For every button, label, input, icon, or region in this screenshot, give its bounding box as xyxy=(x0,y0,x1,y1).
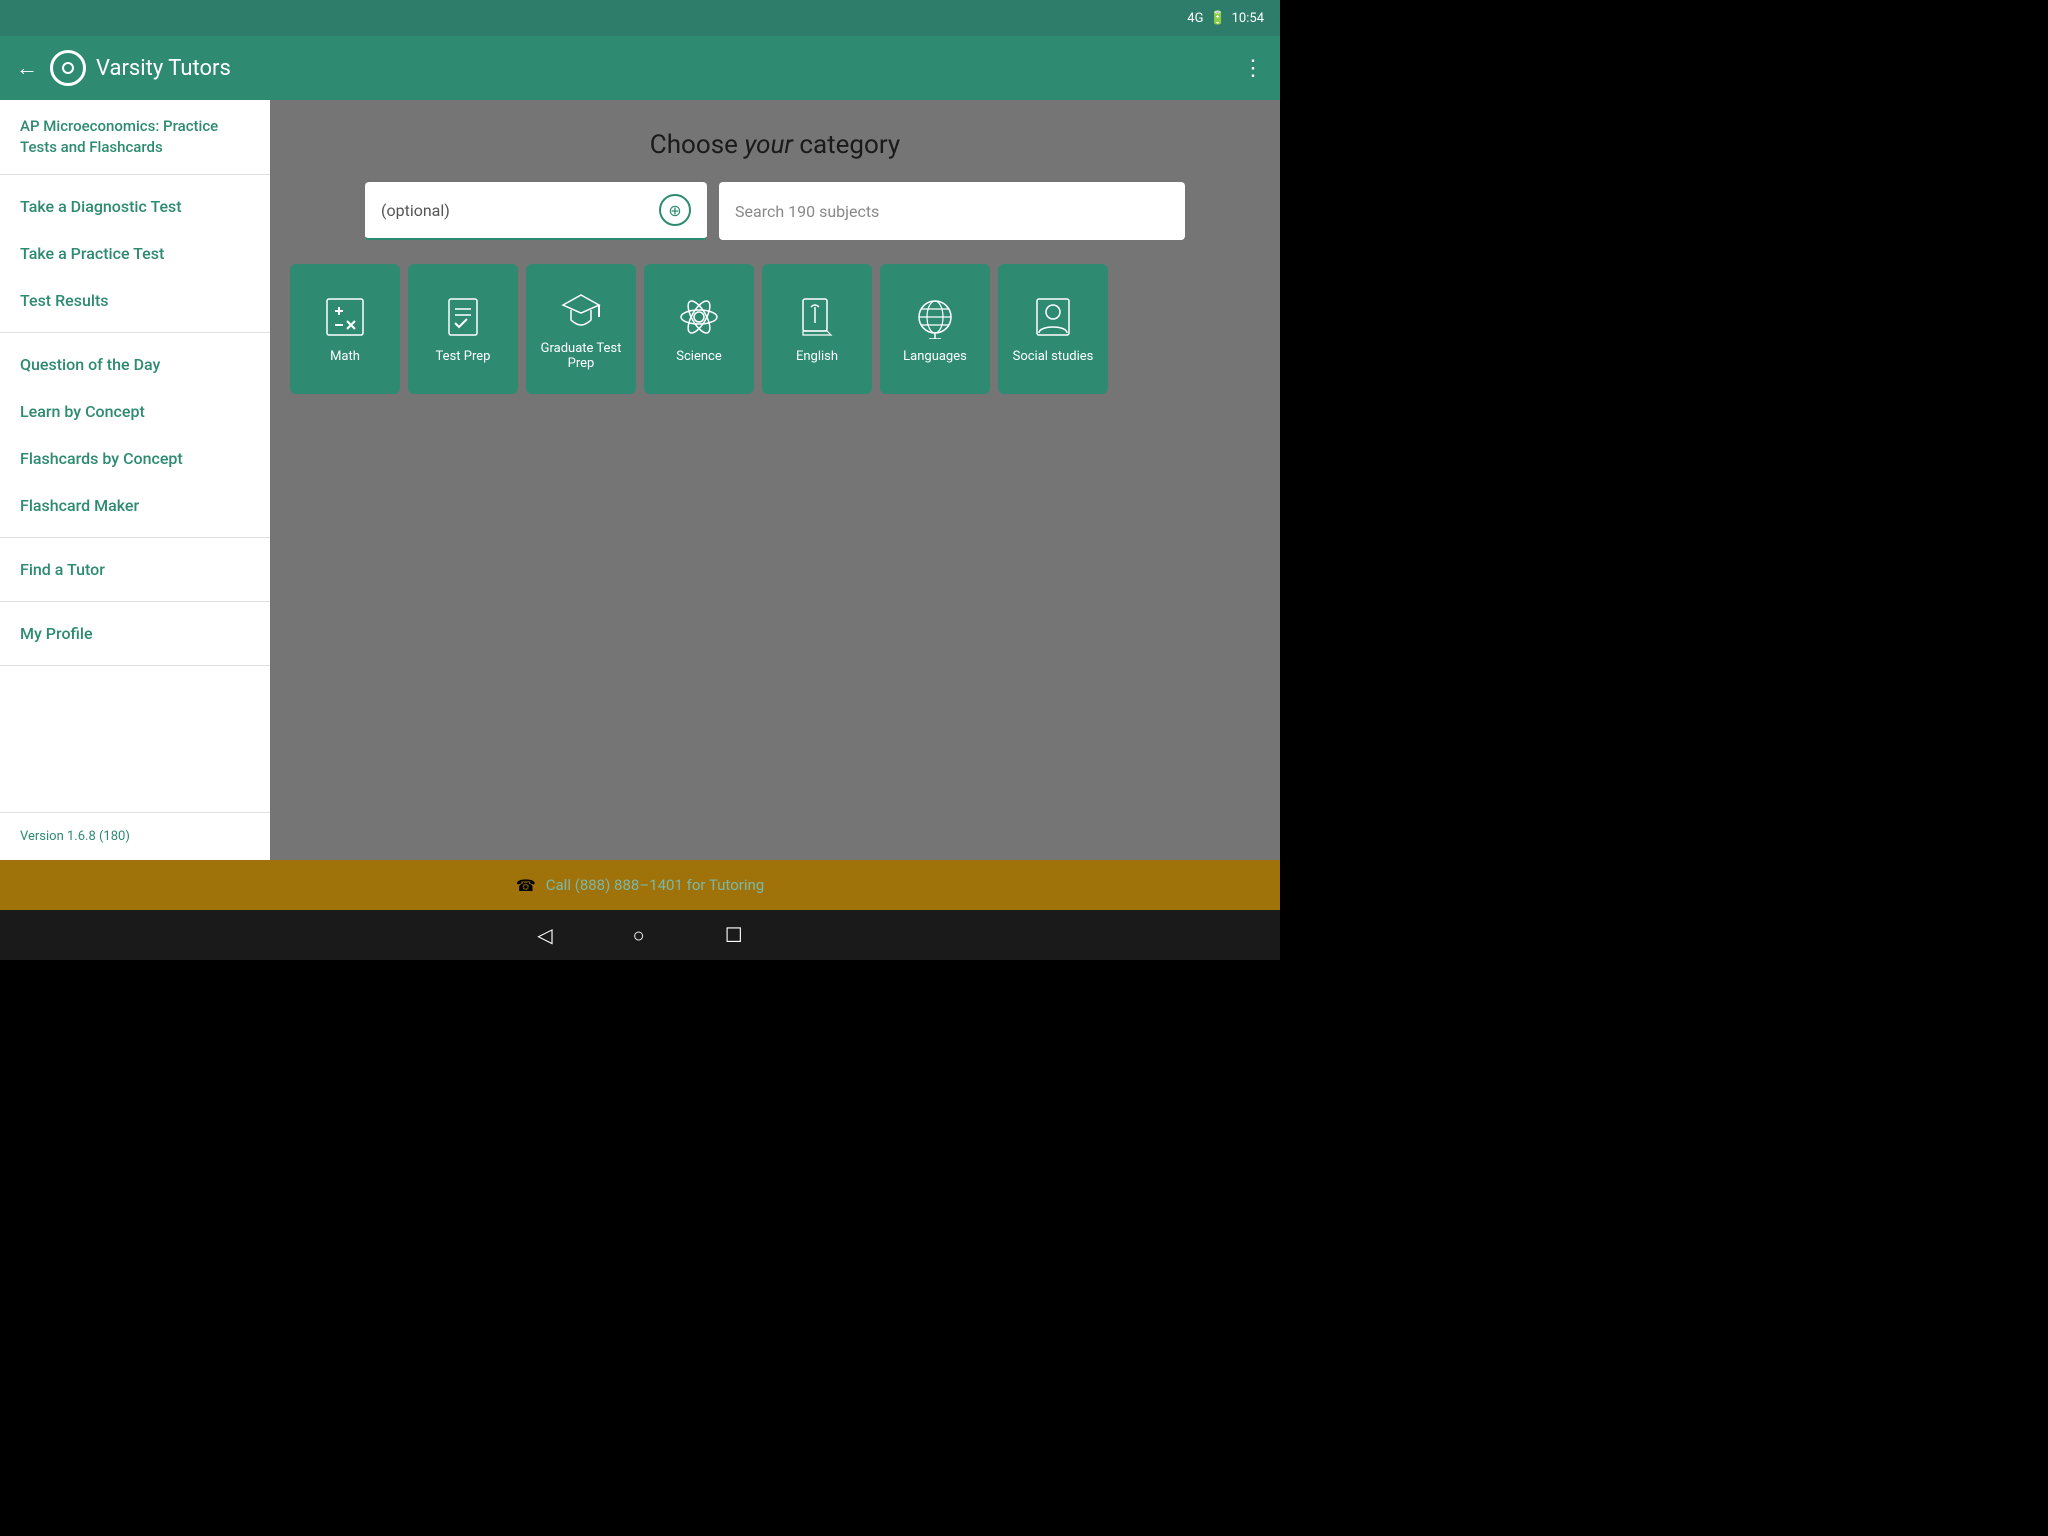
main-content: Choose your category (optional) ⊕ Search… xyxy=(270,100,1280,860)
sidebar-item-find-tutor[interactable]: Find a Tutor xyxy=(0,546,270,593)
science-label: Science xyxy=(676,349,721,364)
sidebar-item-diagnostic[interactable]: Take a Diagnostic Test xyxy=(0,183,270,230)
math-label: Math xyxy=(330,349,360,364)
bottom-bar: ☎ Call (888) 888–1401 for Tutoring xyxy=(0,860,1280,910)
choose-title-suffix: category xyxy=(793,130,900,160)
battery-icon: 🔋 xyxy=(1209,11,1225,26)
category-tile-testprep[interactable]: Test Prep xyxy=(408,264,518,394)
category-tile-math[interactable]: Math xyxy=(290,264,400,394)
subject-search-left[interactable]: (optional) ⊕ xyxy=(365,182,707,240)
sidebar-section-tutor: Find a Tutor xyxy=(0,538,270,602)
category-tile-gradtestprep[interactable]: Graduate Test Prep xyxy=(526,264,636,394)
back-button[interactable]: ← xyxy=(16,55,38,81)
sidebar-header: AP Microeconomics: Practice Tests and Fl… xyxy=(0,100,270,175)
bottom-bar-text[interactable]: Call (888) 888–1401 for Tutoring xyxy=(546,876,764,894)
sidebar: AP Microeconomics: Practice Tests and Fl… xyxy=(0,100,270,860)
sidebar-section-tests: Take a Diagnostic Test Take a Practice T… xyxy=(0,175,270,333)
testprep-icon xyxy=(441,295,485,339)
compass-icon: ⊕ xyxy=(659,194,691,226)
testprep-label: Test Prep xyxy=(436,349,491,364)
phone-icon: ☎ xyxy=(516,876,536,895)
sidebar-section-profile: My Profile xyxy=(0,602,270,666)
sidebar-item-flashcards-concept[interactable]: Flashcards by Concept xyxy=(0,435,270,482)
sidebar-item-learn[interactable]: Learn by Concept xyxy=(0,388,270,435)
languages-icon xyxy=(913,295,957,339)
gradtestprep-label: Graduate Test Prep xyxy=(536,341,626,371)
logo-circle xyxy=(50,50,86,86)
status-icons: 4G 🔋 10:54 xyxy=(1187,11,1264,26)
english-label: English xyxy=(796,349,838,364)
choose-title: Choose your category xyxy=(650,130,900,160)
nav-back-button[interactable]: ◁ xyxy=(537,923,552,947)
app-header: ← Varsity Tutors ⋮ xyxy=(0,36,1280,100)
search-placeholder-text: Search 190 subjects xyxy=(735,202,879,221)
sidebar-item-practice[interactable]: Take a Practice Test xyxy=(0,230,270,277)
nav-recents-button[interactable]: ☐ xyxy=(725,923,743,947)
sidebar-item-profile[interactable]: My Profile xyxy=(0,610,270,657)
sidebar-version: Version 1.6.8 (180) xyxy=(0,812,270,860)
time-display: 10:54 xyxy=(1232,11,1264,26)
category-tile-languages[interactable]: Languages xyxy=(880,264,990,394)
choose-title-plain: Choose xyxy=(650,130,745,160)
app-title: Varsity Tutors xyxy=(96,56,1242,81)
sidebar-item-qotd[interactable]: Question of the Day xyxy=(0,341,270,388)
sidebar-item-results[interactable]: Test Results xyxy=(0,277,270,324)
subject-search-right[interactable]: Search 190 subjects xyxy=(719,182,1185,240)
status-bar: 4G 🔋 10:54 xyxy=(0,0,1280,36)
search-row: (optional) ⊕ Search 190 subjects xyxy=(365,182,1185,240)
choose-title-italic: your xyxy=(744,130,793,160)
logo-inner xyxy=(62,62,74,74)
science-icon xyxy=(677,295,721,339)
android-nav-bar: ◁ ○ ☐ xyxy=(0,910,1280,960)
sidebar-section-study: Question of the Day Learn by Concept Fla… xyxy=(0,333,270,538)
socialstudies-icon xyxy=(1031,295,1075,339)
category-tile-socialstudies[interactable]: Social studies xyxy=(998,264,1108,394)
sidebar-item-flashcard-maker[interactable]: Flashcard Maker xyxy=(0,482,270,529)
more-button[interactable]: ⋮ xyxy=(1242,56,1264,81)
nav-home-button[interactable]: ○ xyxy=(633,923,645,948)
gradtestprep-icon xyxy=(559,287,603,331)
english-icon xyxy=(795,295,839,339)
category-tile-science[interactable]: Science xyxy=(644,264,754,394)
signal-icon: 4G xyxy=(1187,11,1203,26)
main-layout: AP Microeconomics: Practice Tests and Fl… xyxy=(0,100,1280,860)
socialstudies-label: Social studies xyxy=(1013,349,1094,364)
languages-label: Languages xyxy=(903,349,967,364)
sidebar-course-title: AP Microeconomics: Practice Tests and Fl… xyxy=(20,117,218,156)
math-icon xyxy=(323,295,367,339)
subject-placeholder: (optional) xyxy=(381,201,450,220)
categories-row: Math Test Prep Graduate Tes xyxy=(290,264,1260,394)
category-tile-english[interactable]: English xyxy=(762,264,872,394)
